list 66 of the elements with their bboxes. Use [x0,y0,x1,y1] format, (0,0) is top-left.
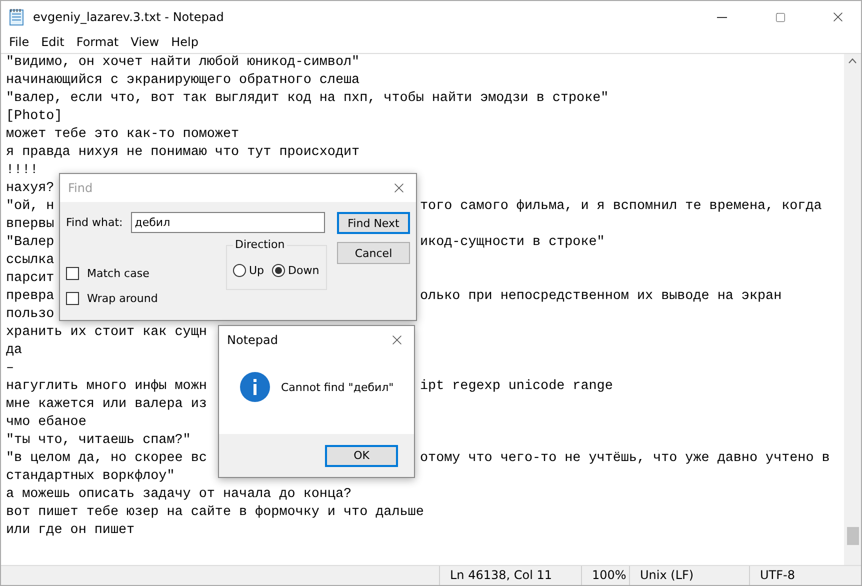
text-line: "видимо, он хочет найти любой юникод-символ" [6,54,360,72]
menu-item[interactable]: Edit [35,33,70,53]
dialog-title: Notepad [227,333,278,347]
text-line: я правда нихуя не понимаю что тут происходит [6,144,360,162]
group-label: Direction [233,238,287,251]
text-line: хранить их стоит как сущн [6,324,207,342]
text-line: олько при непосредственном их выводе на экран [420,288,782,306]
radio-label: Up [249,264,264,277]
menu-item[interactable]: File [3,33,36,53]
text-line: впервы [6,216,54,234]
status-text: 100% [581,566,629,585]
window-title: evgeniy_lazarev.3.txt - Notepad [33,10,225,24]
checkbox-label: Wrap around [87,292,158,305]
cancel-button[interactable]: Cancel [337,242,410,264]
dialog-title: Find [68,181,93,195]
vertical-scrollbar[interactable] [844,54,861,565]
text-line: "ой, н [6,198,54,216]
text-line: превра [6,288,54,306]
status-text: UTF-8 [749,566,861,585]
text-line: парсит [6,270,54,288]
info-icon [239,371,271,403]
find-what-label: Find what: [66,216,123,229]
text-line: "ты что, читаешь спам?" [6,432,191,450]
text-line: может тебе это как-то поможет [6,126,240,144]
radio-button[interactable] [272,264,286,277]
menu-item[interactable]: Format [70,33,125,53]
text-line: пользо [6,306,54,324]
text-line: ipt regexp unicode range [420,378,613,396]
text-line: чмо ебаное [6,414,86,432]
scroll-up-icon [848,58,857,64]
radio-label: Down [288,264,320,277]
minimize-icon [717,16,727,18]
text-line: того самого фильма, и я вспомнил те времена, когда [420,198,822,216]
text-line: отому что чего-то не учтёшь, что уже давно учтено в [420,450,830,468]
text-line: мне кажется или валера из [6,396,207,414]
text-line: а можешь описать задачу от начала до конца? [6,486,352,504]
radio-button[interactable] [233,264,246,277]
text-line: или где он пишет [6,522,135,540]
message-text: Cannot find "дебил" [281,380,394,394]
checkbox[interactable] [66,292,79,305]
text-line: икод-сущности в строке" [420,234,605,252]
text-line: !!!! [6,162,38,180]
text-line: да [6,342,22,360]
checkbox[interactable] [66,267,79,280]
text-line: начинающийся с экранирующего обратного слеша [6,72,360,90]
status-text: Unix (LF) [629,566,749,585]
find-what-field[interactable]: дебил [130,212,325,233]
menu-item[interactable]: Help [165,33,204,53]
text-line: ссылка [6,252,54,270]
text-line: [Photo] [6,108,62,126]
text-line: нахуя? [6,180,54,198]
checkbox-label: Match case [87,267,150,280]
text-line: стандартных воркфлоу" [6,468,175,486]
text-line: нагуглить много инфы можн [6,378,207,396]
text-line: "валер, если что, вот так выглядит код на пхп, чтобы найти эмодзи в строке" [6,90,609,108]
text-line: – [6,360,14,378]
scrollbar-thumb[interactable] [846,527,858,545]
text-line: вот пишет тебе юзер на сайте в формочку и что дальше [6,504,424,522]
status-text: Ln 46138, Col 11 [439,566,581,585]
ok-button[interactable]: OK [325,444,398,466]
maximize-icon [774,12,786,22]
text-line: "Валер [6,234,54,252]
text-line: "в целом да, но скорее вс [6,450,207,468]
menu-item[interactable]: View [124,33,166,53]
notepad-icon [9,8,25,26]
find-next-button[interactable]: Find Next [337,212,410,234]
